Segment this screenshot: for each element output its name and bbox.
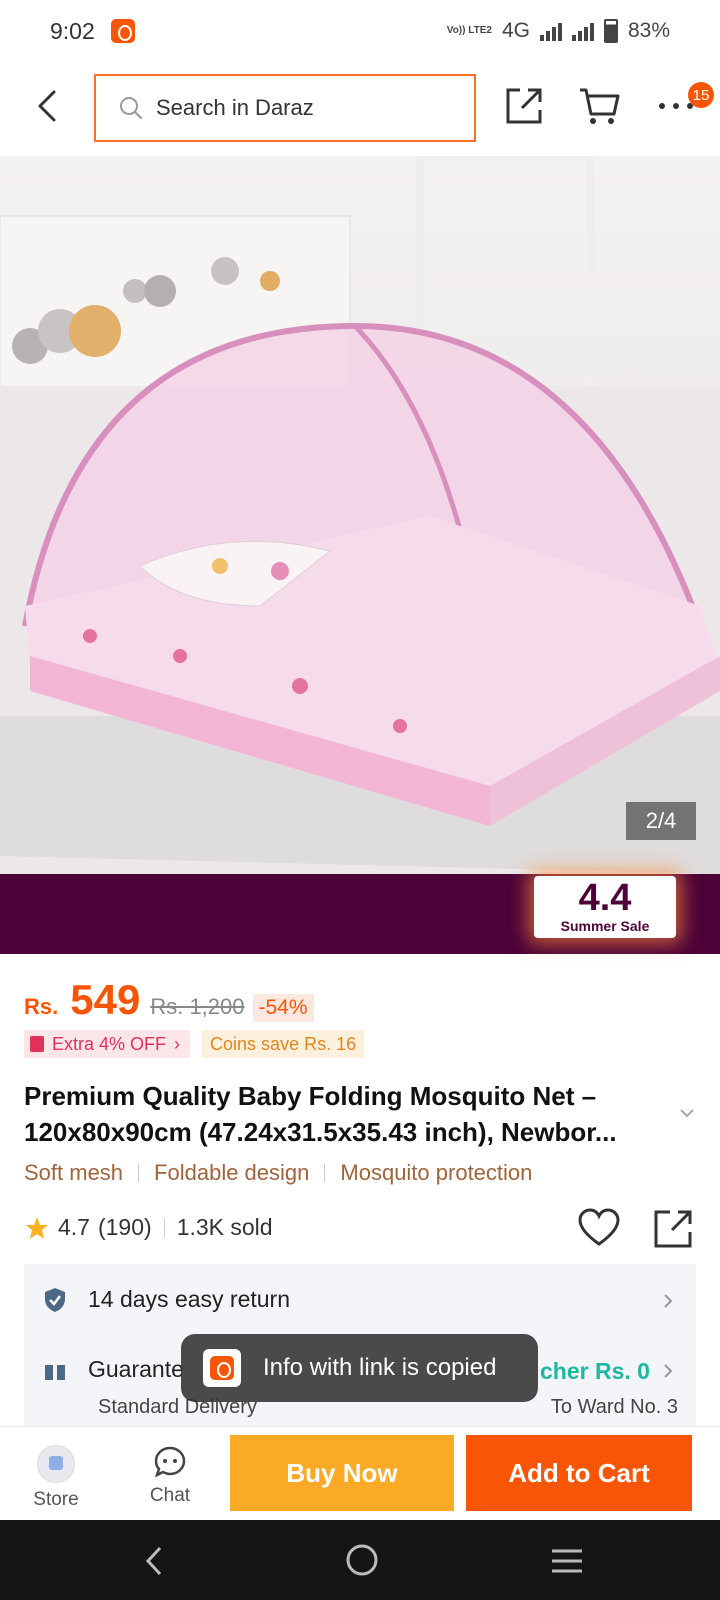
volte-indicator: Vo)) LTE2 (446, 25, 492, 36)
shield-check-icon (45, 1287, 65, 1312)
search-icon (120, 97, 142, 119)
star-icon (26, 1216, 48, 1239)
heart-icon[interactable] (578, 1208, 620, 1248)
guarantee-row[interactable]: Guarante (44, 1356, 184, 1383)
original-price: Rs. 1,200 (150, 994, 245, 1019)
image-counter: 2/4 (626, 802, 696, 840)
coins-tag: Coins save Rs. 16 (202, 1030, 365, 1058)
sale-number: 4.4 (578, 877, 632, 919)
gift-icon (45, 1364, 65, 1380)
battery-icon (603, 19, 618, 43)
store-logo-icon (37, 1445, 75, 1483)
add-to-cart-button[interactable]: Add to Cart (466, 1435, 692, 1511)
battery-percent: 83% (627, 19, 670, 42)
chevron-right-icon[interactable] (662, 1362, 674, 1380)
promo-tags: Extra 4% OFF › Coins save Rs. 16 (24, 1030, 365, 1058)
action-bar: Store Chat Buy Now Add to Cart (0, 1426, 720, 1520)
top-nav: Search in Daraz (0, 62, 720, 154)
toast-notification: Info with link is copied (181, 1334, 538, 1402)
nav-home-icon[interactable] (344, 1542, 380, 1578)
cart-badge: 15 (688, 82, 714, 108)
price-row: Rs. 549 Rs. 1,200 -54% (24, 976, 314, 1024)
rating-row[interactable]: 4.7 (190) 1.3K sold (24, 1214, 273, 1241)
return-policy-row[interactable]: 14 days easy return (44, 1286, 290, 1313)
share-icon[interactable] (652, 1208, 694, 1250)
store-label: Store (33, 1489, 79, 1510)
buy-now-button[interactable]: Buy Now (230, 1435, 454, 1511)
chevron-right-icon: › (174, 1033, 181, 1054)
currency: Rs. (24, 994, 59, 1019)
toast-message: Info with link is copied (263, 1354, 497, 1381)
share-icon[interactable] (504, 86, 544, 126)
signal-icon-1 (539, 21, 562, 41)
review-count: (190) (97, 1214, 152, 1240)
chat-button[interactable]: Chat (128, 1445, 212, 1507)
feature-item: Foldable design (154, 1160, 310, 1185)
chevron-down-icon[interactable] (678, 1104, 696, 1122)
chat-label: Chat (149, 1485, 191, 1506)
product-image[interactable]: 2/4 (0, 156, 720, 874)
guarantee-text: Guarante (88, 1356, 184, 1382)
current-price: 549 (70, 976, 141, 1023)
nav-recents-icon[interactable] (550, 1548, 584, 1574)
system-nav-bar (0, 1520, 720, 1600)
extra-off-tag[interactable]: Extra 4% OFF › (24, 1030, 191, 1058)
feature-item: Mosquito protection (340, 1160, 533, 1185)
search-placeholder: Search in Daraz (156, 95, 314, 120)
product-title[interactable]: Premium Quality Baby Folding Mosquito Ne… (24, 1078, 664, 1150)
voucher-icon (30, 1036, 44, 1052)
back-icon[interactable] (32, 84, 68, 128)
sale-badge: 4.4 Summer Sale (534, 876, 676, 938)
daraz-app-icon (203, 1349, 241, 1387)
cart-icon[interactable] (578, 86, 622, 126)
extra-off-label: Extra 4% OFF (52, 1033, 167, 1054)
voucher-text[interactable]: cher Rs. 0 (540, 1358, 650, 1385)
status-time: 9:02 (50, 17, 95, 44)
coins-label: Coins save Rs. 16 (210, 1033, 357, 1054)
network-type: 4G (501, 19, 530, 42)
divider (163, 1218, 165, 1237)
chat-icon (154, 1446, 186, 1478)
search-input[interactable]: Search in Daraz (94, 74, 476, 142)
chevron-right-icon[interactable] (662, 1292, 674, 1310)
signal-icon-2 (571, 21, 594, 41)
return-text: 14 days easy return (88, 1286, 291, 1312)
status-bar: 9:02 Vo)) LTE2 4G 83% (0, 0, 720, 62)
nav-back-icon[interactable] (142, 1544, 166, 1578)
feature-item: Soft mesh (24, 1160, 124, 1185)
feature-list: Soft mesh Foldable design Mosquito prote… (24, 1160, 532, 1186)
rating-value: 4.7 (58, 1214, 90, 1240)
delivery-location: To Ward No. 3 (550, 1396, 678, 1418)
sold-count: 1.3K sold (176, 1214, 273, 1240)
status-indicators: Vo)) LTE2 4G 83% (447, 19, 670, 43)
discount-badge: -54% (252, 994, 314, 1022)
sale-text: Summer Sale (560, 918, 650, 934)
divider (138, 1164, 140, 1182)
daraz-notification-icon (110, 19, 135, 43)
divider (324, 1164, 326, 1182)
mosquito-net-photo (0, 156, 720, 874)
store-button[interactable]: Store (14, 1445, 98, 1511)
